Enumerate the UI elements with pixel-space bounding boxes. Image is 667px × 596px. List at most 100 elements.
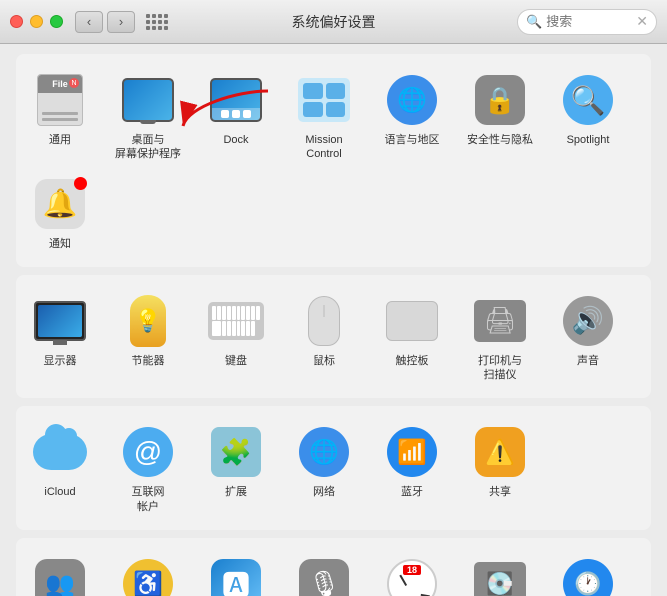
titlebar: ‹ › 系统偏好设置 🔍 ✕ (0, 0, 667, 44)
extensions-icon-wrap: 🧩 (208, 424, 264, 480)
pref-bluetooth[interactable]: 📶 蓝牙 (368, 416, 456, 520)
bluetooth-icon-wrap: 📶 (384, 424, 440, 480)
pref-sharing[interactable]: ⚠️ 共享 (456, 416, 544, 520)
bluetooth-label: 蓝牙 (401, 485, 423, 499)
pref-general[interactable]: File N 通用 (16, 64, 104, 168)
icloud-label: iCloud (44, 485, 75, 499)
pref-dictation[interactable]: 🎙 听写与语音 (280, 548, 368, 596)
timemachine-icon-wrap: 🕐 (560, 556, 616, 596)
display-label: 显示器 (44, 354, 77, 368)
mission-label: MissionControl (305, 133, 342, 162)
printer-label: 打印机与扫描仪 (478, 354, 522, 383)
section-personal: File N 通用 桌面与屏幕 (16, 54, 651, 267)
sound-icon-wrap: 🔊 (560, 293, 616, 349)
icon-grid-hardware: 显示器 💡 节能器 (16, 285, 651, 389)
pref-keyboard[interactable]: 键盘 (192, 285, 280, 389)
clear-search-icon[interactable]: ✕ (636, 13, 648, 30)
pref-mouse[interactable]: 鼠标 (280, 285, 368, 389)
startup-icon-wrap: 💽 (472, 556, 528, 596)
sound-label: 声音 (577, 354, 599, 368)
dock-icon-wrap (208, 72, 264, 128)
dictation-icon-wrap: 🎙 (296, 556, 352, 596)
pref-timemachine[interactable]: 🕐 Time Machine (544, 548, 632, 596)
internet-accounts-icon-wrap: @ (120, 424, 176, 480)
language-icon-wrap: 🌐 (384, 72, 440, 128)
search-bar[interactable]: 🔍 ✕ (517, 9, 657, 35)
maximize-button[interactable] (50, 15, 63, 28)
spotlight-label: Spotlight (567, 133, 610, 147)
pref-parental[interactable]: ♿ 家长控制 (104, 548, 192, 596)
forward-button[interactable]: › (107, 11, 135, 33)
search-icon: 🔍 (526, 14, 542, 30)
icon-grid-system: 👥 用户与群组 ♿ 家长控制 🅰 App Store (16, 548, 651, 596)
pref-desktop[interactable]: 桌面与屏幕保护程序 (104, 64, 192, 168)
dock-label: Dock (223, 133, 248, 147)
traffic-lights (10, 15, 63, 28)
back-button[interactable]: ‹ (75, 11, 103, 33)
users-icon-wrap: 👥 (32, 556, 88, 596)
search-input[interactable] (546, 14, 632, 29)
pref-energy[interactable]: 💡 节能器 (104, 285, 192, 389)
mouse-icon-wrap (296, 293, 352, 349)
desktop-label: 桌面与屏幕保护程序 (115, 133, 181, 162)
window: ‹ › 系统偏好设置 🔍 ✕ (0, 0, 667, 596)
icon-grid-personal: File N 通用 桌面与屏幕 (16, 64, 651, 257)
pref-appstore[interactable]: 🅰 App Store (192, 548, 280, 596)
parental-icon-wrap: ♿ (120, 556, 176, 596)
desktop-icon-wrap (120, 72, 176, 128)
security-label: 安全性与隐私 (467, 133, 533, 147)
notify-icon-wrap: 🔔 (32, 176, 88, 232)
energy-icon-wrap: 💡 (120, 293, 176, 349)
pref-extensions[interactable]: 🧩 扩展 (192, 416, 280, 520)
grid-view-button[interactable] (143, 11, 171, 33)
pref-trackpad[interactable]: 触控板 (368, 285, 456, 389)
section-system: 👥 用户与群组 ♿ 家长控制 🅰 App Store (16, 538, 651, 596)
network-icon-wrap: 🌐 (296, 424, 352, 480)
pref-users[interactable]: 👥 用户与群组 (16, 548, 104, 596)
pref-security[interactable]: 🔒 安全性与隐私 (456, 64, 544, 168)
minimize-button[interactable] (30, 15, 43, 28)
network-label: 网络 (313, 485, 335, 499)
pref-internet-accounts[interactable]: @ 互联网帐户 (104, 416, 192, 520)
sharing-icon-wrap: ⚠️ (472, 424, 528, 480)
printer-icon-wrap: 🖨 (472, 293, 528, 349)
icloud-icon-wrap (32, 424, 88, 480)
close-button[interactable] (10, 15, 23, 28)
pref-network[interactable]: 🌐 网络 (280, 416, 368, 520)
pref-dock[interactable]: Dock (192, 64, 280, 168)
pref-display[interactable]: 显示器 (16, 285, 104, 389)
keyboard-icon-wrap (208, 293, 264, 349)
energy-label: 节能器 (132, 354, 165, 368)
pref-spotlight[interactable]: 🔍 Spotlight (544, 64, 632, 168)
window-title: 系统偏好设置 (292, 12, 376, 32)
datetime-icon-wrap: 18 (384, 556, 440, 596)
extensions-label: 扩展 (225, 485, 247, 499)
display-icon-wrap (32, 293, 88, 349)
nav-buttons: ‹ › (75, 11, 135, 33)
icon-grid-internet: iCloud @ 互联网帐户 🧩 扩展 🌐 (16, 416, 651, 520)
mission-icon-wrap (296, 72, 352, 128)
trackpad-label: 触控板 (396, 354, 429, 368)
pref-sound[interactable]: 🔊 声音 (544, 285, 632, 389)
keyboard-label: 键盘 (225, 354, 247, 368)
content-area: File N 通用 桌面与屏幕 (0, 44, 667, 596)
mouse-label: 鼠标 (313, 354, 335, 368)
sharing-label: 共享 (489, 485, 511, 499)
general-icon-wrap: File N (32, 72, 88, 128)
language-label: 语言与地区 (385, 133, 440, 147)
pref-icloud[interactable]: iCloud (16, 416, 104, 520)
pref-mission[interactable]: MissionControl (280, 64, 368, 168)
pref-language[interactable]: 🌐 语言与地区 (368, 64, 456, 168)
internet-accounts-label: 互联网帐户 (132, 485, 165, 514)
general-label: 通用 (49, 133, 71, 147)
pref-startup[interactable]: 💽 启动磁盘 (456, 548, 544, 596)
notify-label: 通知 (49, 237, 71, 251)
appstore-icon-wrap: 🅰 (208, 556, 264, 596)
section-internet: iCloud @ 互联网帐户 🧩 扩展 🌐 (16, 406, 651, 530)
trackpad-icon-wrap (384, 293, 440, 349)
pref-printer[interactable]: 🖨 打印机与扫描仪 (456, 285, 544, 389)
security-icon-wrap: 🔒 (472, 72, 528, 128)
spotlight-icon-wrap: 🔍 (560, 72, 616, 128)
pref-notify[interactable]: 🔔 通知 (16, 168, 104, 257)
pref-datetime[interactable]: 18 日期与时间 (368, 548, 456, 596)
